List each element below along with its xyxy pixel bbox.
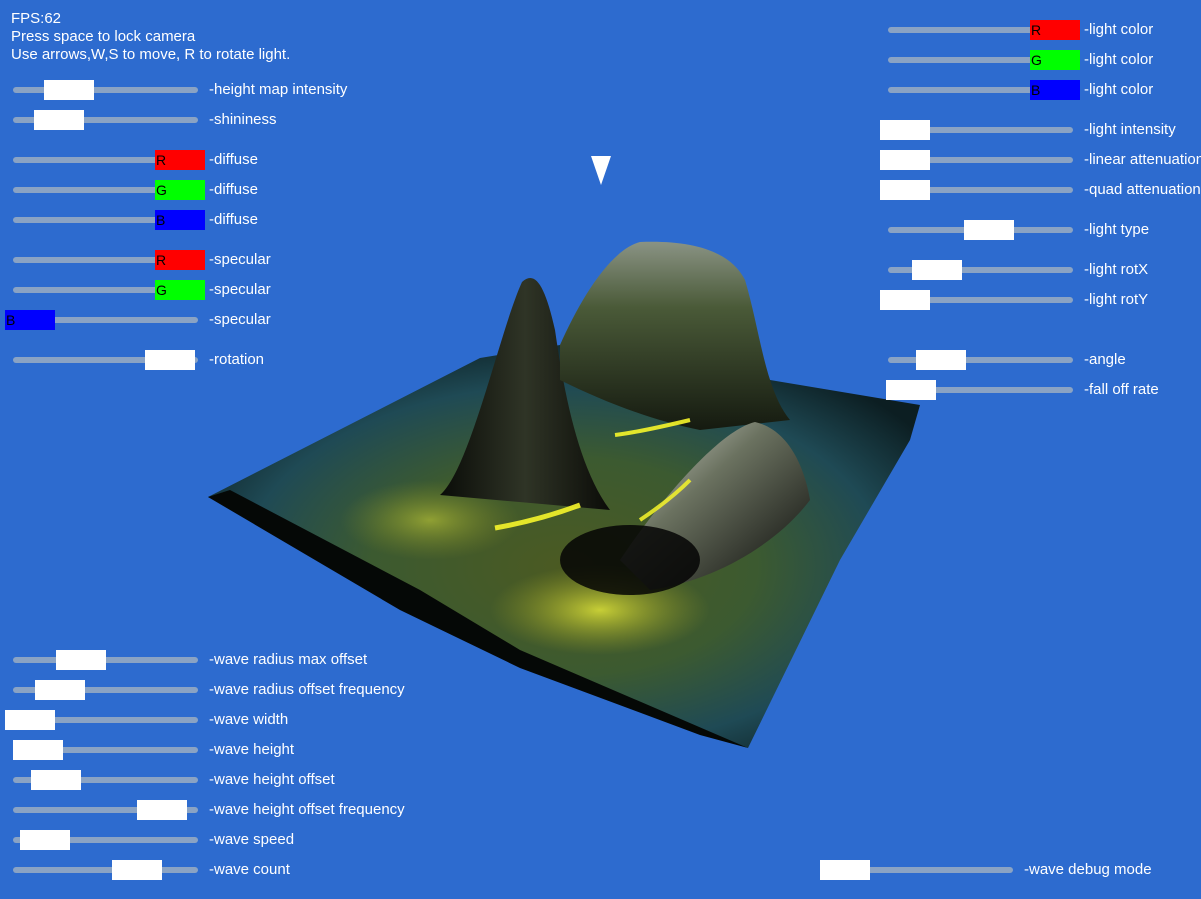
slider-label: -wave height <box>209 741 295 758</box>
slider-row: -fall off rate <box>0 380 1201 400</box>
slider-row: -wave height offset frequency <box>0 800 469 820</box>
slider-thumb[interactable] <box>880 120 930 140</box>
slider-row: B -specular <box>0 310 469 330</box>
slider-thumb[interactable] <box>5 710 55 730</box>
slider-row: -wave radius offset frequency <box>0 680 469 700</box>
slider-label: -wave radius offset frequency <box>209 681 405 698</box>
slider-thumb[interactable] <box>12 740 63 760</box>
slider-label: -quad attenuation <box>1084 181 1201 198</box>
slider-label: -light rotX <box>1084 261 1149 278</box>
slider-row: -quad attenuation <box>0 180 1201 200</box>
slider-label: -light rotY <box>1084 291 1149 308</box>
slider-thumb[interactable] <box>880 290 930 310</box>
slider-label: -light color <box>1084 51 1154 68</box>
slider-thumb[interactable] <box>30 770 81 790</box>
slider-row: -wave height offset <box>0 770 469 790</box>
slider-row: -wave speed <box>0 830 469 850</box>
slider-thumb[interactable] <box>20 830 70 850</box>
slider-row: -wave height <box>0 740 469 760</box>
slider-thumb[interactable] <box>880 180 930 200</box>
slider-row: R -light color <box>0 20 1201 40</box>
slider-label: -wave height offset <box>209 771 335 788</box>
slider-thumb[interactable]: B <box>1030 80 1080 100</box>
slider-thumb[interactable] <box>820 860 870 880</box>
slider-row: -light type <box>0 220 1201 240</box>
slider-thumb[interactable] <box>916 350 966 370</box>
slider-thumb[interactable] <box>56 650 106 670</box>
slider-thumb[interactable] <box>886 380 936 400</box>
slider-row: -wave radius max offset <box>0 650 469 670</box>
slider-row: -angle <box>0 350 1201 370</box>
slider-row: -light rotX <box>0 260 1201 280</box>
slider-thumb[interactable]: R <box>1030 20 1080 40</box>
slider-row: -light rotY <box>0 290 1201 310</box>
slider-thumb[interactable] <box>964 220 1014 240</box>
slider-row: -wave debug mode <box>0 860 1201 880</box>
slider-thumb[interactable]: G <box>1030 50 1080 70</box>
slider-row: -wave width <box>0 710 469 730</box>
slider-label: -angle <box>1084 351 1126 368</box>
slider-label: -linear attenuation <box>1084 151 1201 168</box>
slider-label: -wave debug mode <box>1024 861 1152 878</box>
slider-label: -wave speed <box>209 831 295 848</box>
slider-label: -light intensity <box>1084 121 1176 138</box>
slider-thumb[interactable] <box>137 800 187 820</box>
slider-thumb[interactable] <box>35 680 85 700</box>
slider-thumb[interactable]: B <box>5 310 55 330</box>
slider-thumb[interactable] <box>911 260 962 280</box>
slider-label: -light color <box>1084 81 1154 98</box>
slider-row: B -light color <box>0 80 1201 100</box>
slider-label: -fall off rate <box>1084 381 1159 398</box>
slider-row: G -light color <box>0 50 1201 70</box>
slider-row: -light intensity <box>0 120 1201 140</box>
slider-label: -light color <box>1084 21 1154 38</box>
terrain-crater <box>560 525 700 595</box>
slider-row: -linear attenuation <box>0 150 1201 170</box>
slider-label: -wave width <box>209 711 289 728</box>
slider-label: -wave height offset frequency <box>209 801 405 818</box>
slider-thumb[interactable] <box>880 150 930 170</box>
slider-label: -wave radius max offset <box>209 651 368 668</box>
slider-label: -specular <box>209 311 271 328</box>
slider-label: -light type <box>1084 221 1150 238</box>
